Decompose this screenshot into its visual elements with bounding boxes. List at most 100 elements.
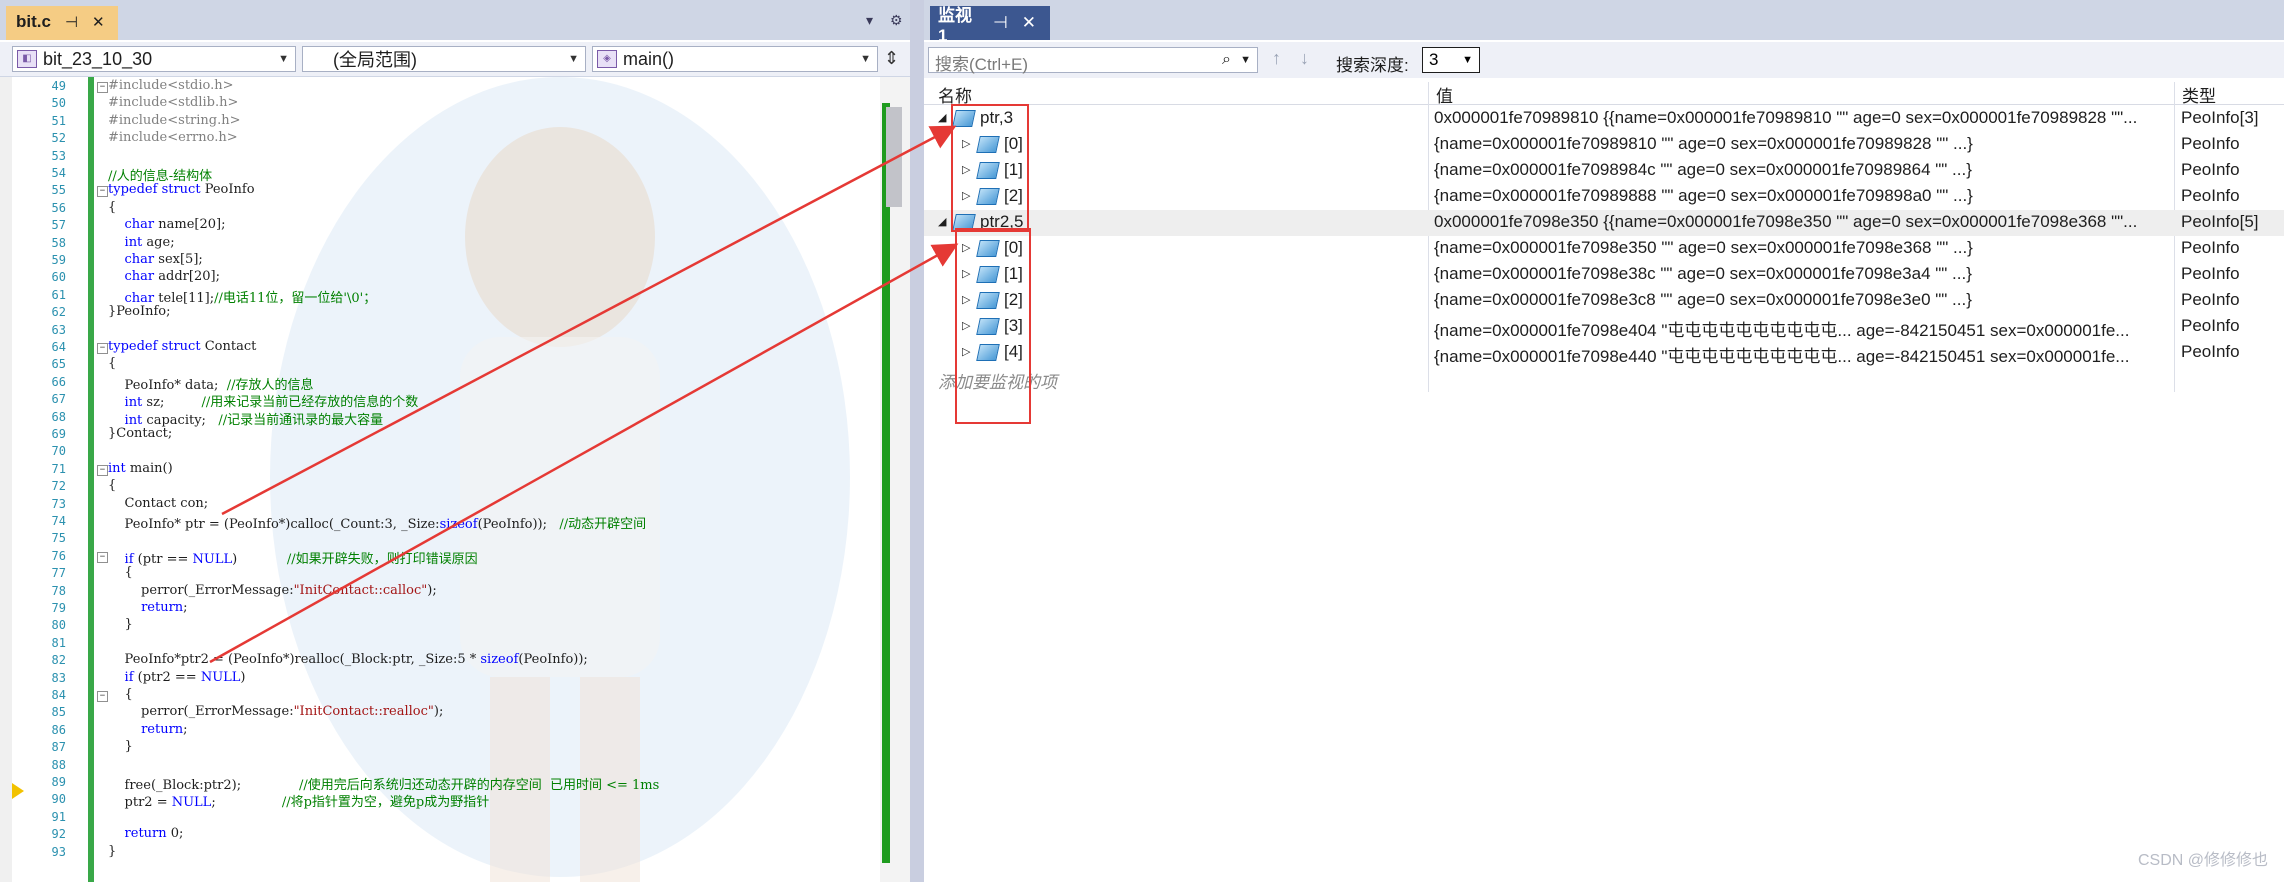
search-icon[interactable]: ⌕	[1222, 51, 1231, 69]
code-line[interactable]: Contact con;	[108, 496, 209, 511]
watch-row-value[interactable]: 0x000001fe7098e350 {{name=0x000001fe7098…	[1434, 212, 2234, 232]
code-line[interactable]: #include<stdlib.h>	[108, 95, 238, 110]
code-line[interactable]: return;	[108, 722, 187, 737]
code-line[interactable]: char sex[5];	[108, 252, 203, 267]
code-line[interactable]: }	[108, 617, 133, 632]
tab-watch-1[interactable]: 监视 1 ⊣ ✕	[930, 6, 1050, 45]
function-dropdown[interactable]: ◈ main() ▼	[592, 46, 878, 72]
search-input[interactable]: 搜索(Ctrl+E) ⌕ ▼	[928, 47, 1258, 74]
watch-row-value[interactable]: {name=0x000001fe70989810 "" age=0 sex=0x…	[1434, 134, 2234, 154]
code-line[interactable]: {	[108, 687, 133, 702]
collapse-arrow-icon[interactable]: ◢	[938, 215, 946, 228]
panel-splitter[interactable]	[910, 0, 924, 882]
code-line[interactable]: int main()	[108, 461, 173, 476]
code-line[interactable]: PeoInfo* ptr = (PeoInfo*)calloc(_Count:3…	[108, 513, 647, 532]
close-icon[interactable]: ✕	[92, 13, 105, 31]
code-line[interactable]: #include<errno.h>	[108, 130, 238, 145]
column-header-type[interactable]: 类型	[2182, 82, 2216, 107]
watch-row[interactable]: ▷ [2] {name=0x000001fe7098e3c8 "" age=0 se…	[924, 288, 2284, 314]
add-watch-item[interactable]: 添加要监视的项	[924, 366, 2284, 392]
code-line[interactable]: {	[108, 478, 116, 493]
watch-row-value[interactable]: {name=0x000001fe7098e38c "" age=0 sex=0x…	[1434, 264, 2234, 284]
code-line[interactable]: ptr2 = NULL; //将p指针置为空，避免p成为野指针	[108, 791, 490, 810]
code-line[interactable]: }PeoInfo;	[108, 304, 170, 319]
function-name: main()	[623, 48, 675, 69]
scrollbar-thumb[interactable]	[886, 107, 902, 207]
scope-dropdown[interactable]: (全局范围) ▼	[302, 46, 586, 72]
watch-row[interactable]: ◢ ptr2,5 0x000001fe7098e350 {{name=0x00000…	[924, 210, 2284, 236]
code-line[interactable]: char tele[11];//电话11位，留一位给'\0'；	[108, 287, 377, 306]
code-line[interactable]: {	[108, 200, 116, 215]
code-line[interactable]: free(_Block:ptr2); //使用完后向系统归还动态开辟的内存空间 …	[108, 774, 660, 793]
pin-icon[interactable]: ⊣	[65, 13, 78, 31]
watch-row-value[interactable]: {name=0x000001fe7098e440 "屯屯屯屯屯屯屯屯屯屯... …	[1434, 342, 2234, 367]
search-depth-value: 3	[1429, 50, 1439, 69]
code-line[interactable]: PeoInfo*ptr2 = (PeoInfo*)realloc(_Block:…	[108, 652, 588, 667]
code-line[interactable]: typedef struct PeoInfo	[108, 182, 255, 197]
collapse-toggle-icon[interactable]: −	[97, 551, 108, 563]
search-next-icon[interactable]: ↓	[1300, 48, 1309, 69]
collapse-toggle-icon[interactable]: −	[97, 343, 108, 354]
code-line[interactable]: }	[108, 844, 116, 859]
search-depth-dropdown[interactable]: 3 ▼	[1422, 47, 1480, 73]
project-dropdown[interactable]: ◧ bit_23_10_30 ▼	[12, 46, 296, 72]
code-line[interactable]: #include<string.h>	[108, 113, 241, 128]
line-number: 55	[51, 183, 66, 198]
code-line[interactable]: return;	[108, 600, 187, 615]
code-line[interactable]: PeoInfo* data; //存放人的信息	[108, 374, 314, 393]
chevron-down-icon: ▼	[278, 53, 289, 65]
code-line[interactable]: #include<stdio.h>	[108, 78, 234, 93]
code-line[interactable]: if (ptr == NULL) //如果开辟失败，则打印错误原因	[108, 548, 478, 567]
line-number: 81	[51, 635, 66, 650]
watch-row[interactable]: ▷ [1] {name=0x000001fe7098e38c "" age=0 se…	[924, 262, 2284, 288]
search-previous-icon[interactable]: ↑	[1272, 48, 1281, 69]
code-line[interactable]: perror(_ErrorMessage:"InitContact::callo…	[108, 583, 437, 598]
watch-row[interactable]: ▷ [1] {name=0x000001fe7098984c "" age=0 se…	[924, 158, 2284, 184]
code-line[interactable]: {	[108, 565, 133, 580]
watch-row[interactable]: ▷ [0] {name=0x000001fe70989810 "" age=0 se…	[924, 132, 2284, 158]
code-line[interactable]: char addr[20];	[108, 269, 220, 284]
close-icon[interactable]: ✕	[1022, 13, 1036, 33]
line-number: 59	[51, 253, 66, 267]
code-line[interactable]: {	[108, 356, 116, 371]
line-number: 72	[51, 479, 66, 494]
watch-row[interactable]: ▷ [0] {name=0x000001fe7098e350 "" age=0 se…	[924, 236, 2284, 262]
collapse-toggle-icon[interactable]: −	[97, 691, 108, 702]
watch-row-value[interactable]: {name=0x000001fe7098e350 "" age=0 sex=0x…	[1434, 238, 2234, 258]
code-line[interactable]: char name[20];	[108, 217, 226, 232]
code-line[interactable]: return 0;	[108, 826, 184, 841]
column-header-value[interactable]: 值	[1436, 82, 1453, 107]
collapse-arrow-icon[interactable]: ◢	[938, 111, 946, 124]
collapse-toggle-icon[interactable]: −	[97, 464, 108, 476]
code-line[interactable]: perror(_ErrorMessage:"InitContact::reall…	[108, 704, 443, 719]
watch-row-value[interactable]: {name=0x000001fe7098e404 "屯屯屯屯屯屯屯屯屯屯... …	[1434, 316, 2234, 341]
split-icon[interactable]: ⇕	[884, 48, 899, 69]
watch-row[interactable]: ▷ [3] {name=0x000001fe7098e404 "屯屯屯屯屯屯屯屯屯屯…	[924, 314, 2284, 340]
code-line[interactable]: }Contact;	[108, 426, 172, 441]
code-line[interactable]: typedef struct Contact	[108, 339, 256, 354]
vertical-scrollbar[interactable]	[880, 77, 910, 882]
code-line[interactable]: int capacity; //记录当前通讯录的最大容量	[108, 409, 384, 428]
code-line[interactable]: //人的信息-结构体	[108, 165, 212, 184]
collapse-toggle-icon[interactable]: −	[97, 186, 108, 198]
watch-row-value[interactable]: 0x000001fe70989810 {{name=0x000001fe7098…	[1434, 108, 2234, 128]
function-icon: ◈	[597, 50, 617, 68]
watch-row[interactable]: ◢ ptr,3 0x000001fe70989810 {{name=0x000001…	[924, 106, 2284, 132]
chevron-down-icon[interactable]: ▼	[1240, 54, 1251, 66]
watch-row-value[interactable]: {name=0x000001fe7098984c "" age=0 sex=0x…	[1434, 160, 2234, 180]
code-line[interactable]: }	[108, 739, 133, 754]
collapse-toggle-icon[interactable]: −	[97, 82, 108, 93]
code-line[interactable]: int age;	[108, 235, 175, 250]
chevron-down-icon[interactable]: ▾	[866, 12, 873, 29]
watch-row[interactable]: ▷ [2] {name=0x000001fe70989888 "" age=0 se…	[924, 184, 2284, 210]
code-line[interactable]: int sz; //用来记录当前已经存放的信息的个数	[108, 391, 419, 410]
watch-row[interactable]: ▷ [4] {name=0x000001fe7098e440 "屯屯屯屯屯屯屯屯屯屯…	[924, 340, 2284, 366]
gear-icon[interactable]: ⚙	[890, 12, 903, 29]
pin-icon[interactable]: ⊣	[993, 13, 1008, 33]
file-tab-bit-c[interactable]: bit.c ⊣ ✕	[6, 6, 118, 40]
line-number: 64	[51, 340, 66, 354]
watch-row-value[interactable]: {name=0x000001fe7098e3c8 "" age=0 sex=0x…	[1434, 290, 2234, 310]
code-area[interactable]: 49 #include<stdio.h> −50 #include<stdlib.h>…	[0, 77, 910, 882]
watch-row-value[interactable]: {name=0x000001fe70989888 "" age=0 sex=0x…	[1434, 186, 2234, 206]
code-line[interactable]: if (ptr2 == NULL)	[108, 670, 246, 685]
